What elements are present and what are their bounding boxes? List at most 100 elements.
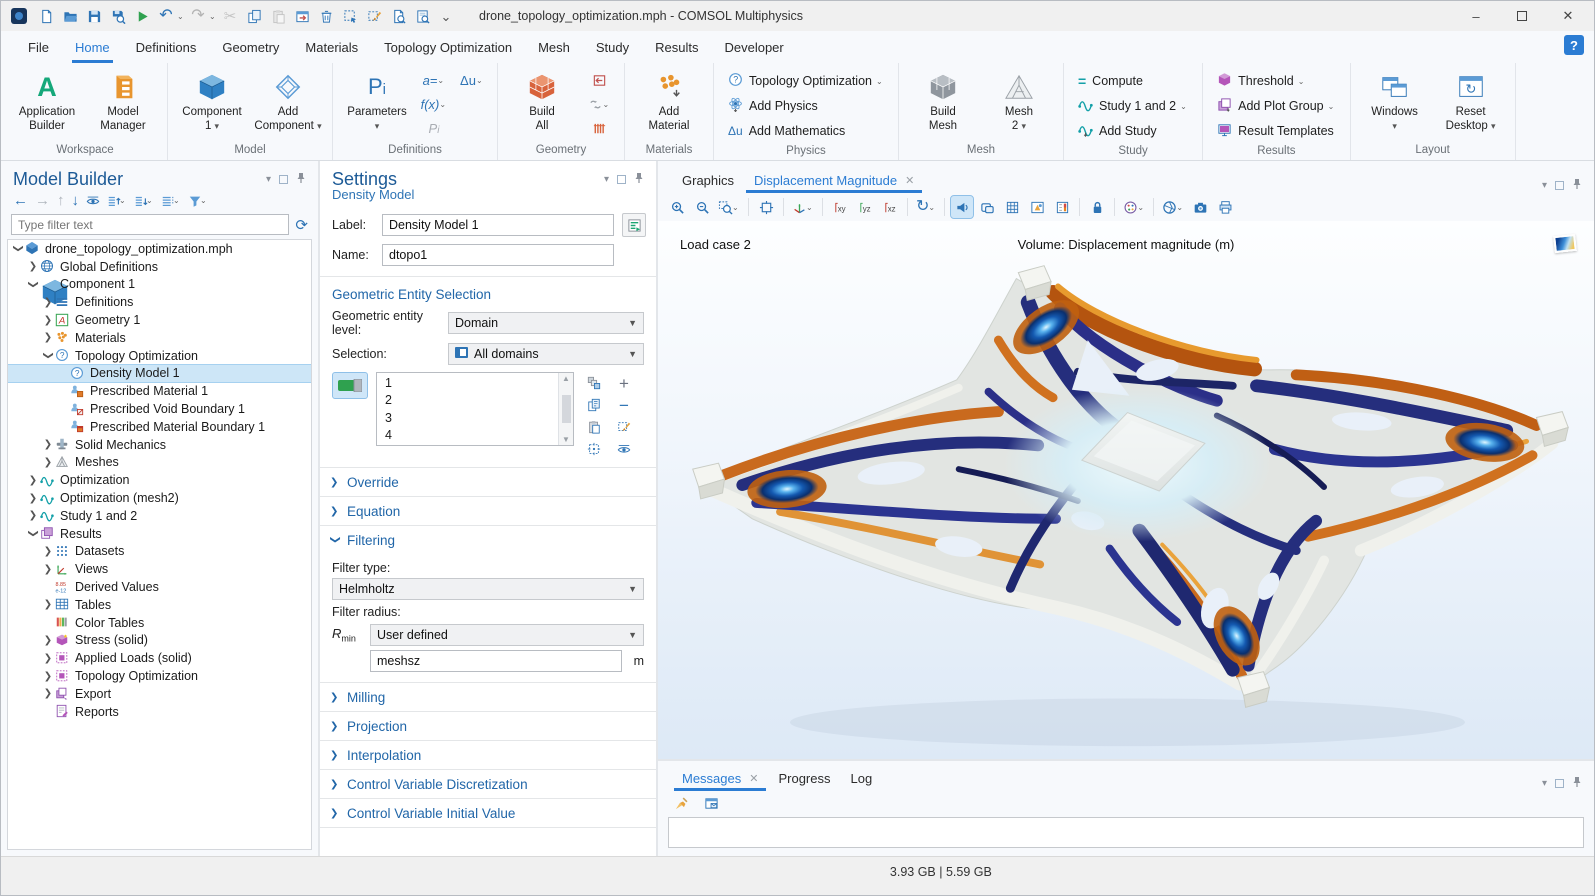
- a-eq-button[interactable]: a=⌄: [417, 69, 451, 92]
- messages-tab-messages[interactable]: Messages✕: [672, 765, 768, 791]
- move-up-icon[interactable]: ↑: [57, 193, 65, 208]
- color-legend-icon[interactable]: [1051, 196, 1073, 218]
- result-templates-button[interactable]: Result Templates: [1211, 119, 1341, 143]
- tree-expander-icon[interactable]: ❯: [43, 350, 54, 362]
- show-selection-icon[interactable]: [612, 439, 636, 459]
- tree-expander-icon[interactable]: ❯: [28, 528, 39, 540]
- messages-content[interactable]: [668, 817, 1584, 848]
- open-file-icon[interactable]: [59, 5, 81, 27]
- view-lock-icon[interactable]: [1086, 196, 1108, 218]
- label-field[interactable]: [382, 214, 614, 236]
- ribbon-tab-file[interactable]: File: [15, 31, 62, 63]
- save-icon[interactable]: [83, 5, 105, 27]
- study-1-and-2-button[interactable]: Study 1 and 2⌄: [1072, 94, 1194, 118]
- maximize-button[interactable]: [1502, 3, 1542, 29]
- panel-menu-icon[interactable]: ▾: [604, 174, 609, 185]
- create-selection-icon[interactable]: [582, 373, 606, 393]
- mesh-2-button[interactable]: Mesh2 ▾: [983, 67, 1055, 133]
- application-builder-button[interactable]: AApplicationBuilder: [11, 67, 83, 133]
- entity-level-dropdown[interactable]: Domain▼: [448, 312, 644, 334]
- copy-icon[interactable]: [243, 5, 265, 27]
- move-to-window-icon[interactable]: [291, 5, 313, 27]
- section-equation[interactable]: ❯Equation: [320, 496, 656, 525]
- tree-item-results[interactable]: ❯Results: [8, 525, 311, 543]
- tree-expander-icon[interactable]: ❯: [13, 243, 24, 255]
- tree-item-study-1-and-2[interactable]: ❯Study 1 and 2: [8, 507, 311, 525]
- section-filtering[interactable]: ❯Filtering: [320, 525, 656, 554]
- filter-type-dropdown[interactable]: Helmholtz▼: [332, 578, 644, 600]
- tree-expander-icon[interactable]: ❯: [42, 457, 54, 468]
- add-physics-button[interactable]: Add Physics: [722, 94, 890, 118]
- tree-item-topology-optimization[interactable]: ❯?Topology Optimization: [8, 347, 311, 365]
- zoom-extents-icon[interactable]: [755, 196, 777, 218]
- search-icon[interactable]: [411, 5, 433, 27]
- section-control-variable-discretization[interactable]: ❯Control Variable Discretization: [320, 769, 656, 798]
- tree-item-density-model-1[interactable]: ?Density Model 1: [8, 365, 311, 383]
- show-material-color-icon[interactable]: [1026, 196, 1048, 218]
- tree-item-global-definitions[interactable]: ❯Global Definitions: [8, 258, 311, 276]
- rotate-icon[interactable]: ↻⌄: [914, 196, 938, 218]
- tree-expander-icon[interactable]: ❯: [42, 439, 54, 450]
- paste-icon[interactable]: [267, 5, 289, 27]
- undo-dropdown-icon[interactable]: ⌄: [177, 12, 185, 21]
- zoom-in-icon[interactable]: [666, 196, 688, 218]
- threshold-button[interactable]: Threshold⌄: [1211, 69, 1341, 93]
- windows--button[interactable]: Windows▾: [1359, 67, 1431, 133]
- reset-desktop-button[interactable]: ↻ResetDesktop ▾: [1435, 67, 1507, 133]
- tree-filter-input[interactable]: [11, 214, 289, 235]
- tree-item-derived-values[interactable]: 8.85e-12Derived Values: [8, 578, 311, 596]
- tree-expander-icon[interactable]: ❯: [42, 546, 54, 557]
- tree-item-materials[interactable]: ❯Materials: [8, 329, 311, 347]
- tree-expander-icon[interactable]: ❯: [42, 599, 54, 610]
- go-to-source-button[interactable]: [622, 213, 646, 237]
- pin-panel-icon[interactable]: [1572, 178, 1582, 193]
- listbox-scrollbar[interactable]: ▲▼: [558, 373, 573, 445]
- ribbon-tab-mesh[interactable]: Mesh: [525, 31, 583, 63]
- tree-item-reports[interactable]: Reports: [8, 703, 311, 721]
- redo-icon[interactable]: ↷: [187, 5, 209, 27]
- view-yz-icon[interactable]: yz: [854, 196, 876, 218]
- refresh-icon[interactable]: ⟳: [295, 216, 308, 234]
- compute-button[interactable]: =Compute: [1072, 69, 1194, 93]
- tree-item-views[interactable]: ❯Views: [8, 560, 311, 578]
- tree-expander-icon[interactable]: ❯: [42, 297, 54, 308]
- messages-tab-log[interactable]: Log: [841, 765, 883, 791]
- tree-item-drone-topology-optimization-mph[interactable]: ❯drone_topology_optimization.mph: [8, 240, 311, 258]
- section-milling[interactable]: ❯Milling: [320, 682, 656, 711]
- tree-expander-icon[interactable]: ❯: [42, 315, 54, 326]
- add-plot-group-button[interactable]: Add Plot Group⌄: [1211, 94, 1341, 118]
- tree-item-meshes[interactable]: ❯Meshes: [8, 454, 311, 472]
- close-tab-icon[interactable]: ✕: [905, 174, 914, 187]
- tree-item-component-1[interactable]: ❯Component 1: [8, 276, 311, 294]
- zoom-to-selection-icon[interactable]: [582, 439, 606, 459]
- save-and-find-icon[interactable]: [107, 5, 129, 27]
- tree-item-geometry-1[interactable]: ❯AGeometry 1: [8, 311, 311, 329]
- messages-tab-progress[interactable]: Progress: [768, 765, 840, 791]
- tree-item-prescribed-material-boundary-1[interactable]: Prescribed Material Boundary 1: [8, 418, 311, 436]
- float-panel-icon[interactable]: [279, 175, 288, 184]
- selection-list-item[interactable]: 1: [377, 374, 558, 392]
- tree-expander-icon[interactable]: ❯: [27, 475, 39, 486]
- tree-item-prescribed-material-1[interactable]: Prescribed Material 1: [8, 382, 311, 400]
- tree-item-topology-optimization[interactable]: ❯Topology Optimization: [8, 667, 311, 685]
- panel-menu-icon[interactable]: ▾: [1542, 180, 1547, 191]
- ribbon-tab-developer[interactable]: Developer: [711, 31, 796, 63]
- float-panel-icon[interactable]: [1555, 181, 1564, 190]
- section-override[interactable]: ❯Override: [320, 467, 656, 496]
- tree-item-prescribed-void-boundary-1[interactable]: Prescribed Void Boundary 1: [8, 400, 311, 418]
- paste-selection-icon[interactable]: [582, 417, 606, 437]
- run-icon[interactable]: [131, 5, 153, 27]
- parameters--button[interactable]: PiParameters▾: [341, 67, 413, 133]
- print-icon[interactable]: [1214, 196, 1236, 218]
- tree-item-optimization[interactable]: ❯Optimization: [8, 471, 311, 489]
- image-snapshot-icon[interactable]: ⌄: [1160, 196, 1186, 218]
- panel-menu-icon[interactable]: ▾: [266, 174, 271, 185]
- forward-icon[interactable]: →: [35, 193, 50, 208]
- new-file-icon[interactable]: [35, 5, 57, 27]
- graphics-tab-displacement-magnitude[interactable]: Displacement Magnitude✕: [744, 167, 924, 193]
- remove-from-selection-icon[interactable]: −: [612, 395, 636, 415]
- tree-expander-icon[interactable]: ❯: [42, 564, 54, 575]
- help-button[interactable]: ?: [1564, 35, 1584, 55]
- view-xz-icon[interactable]: xz: [879, 196, 901, 218]
- copy-selection-icon[interactable]: [582, 395, 606, 415]
